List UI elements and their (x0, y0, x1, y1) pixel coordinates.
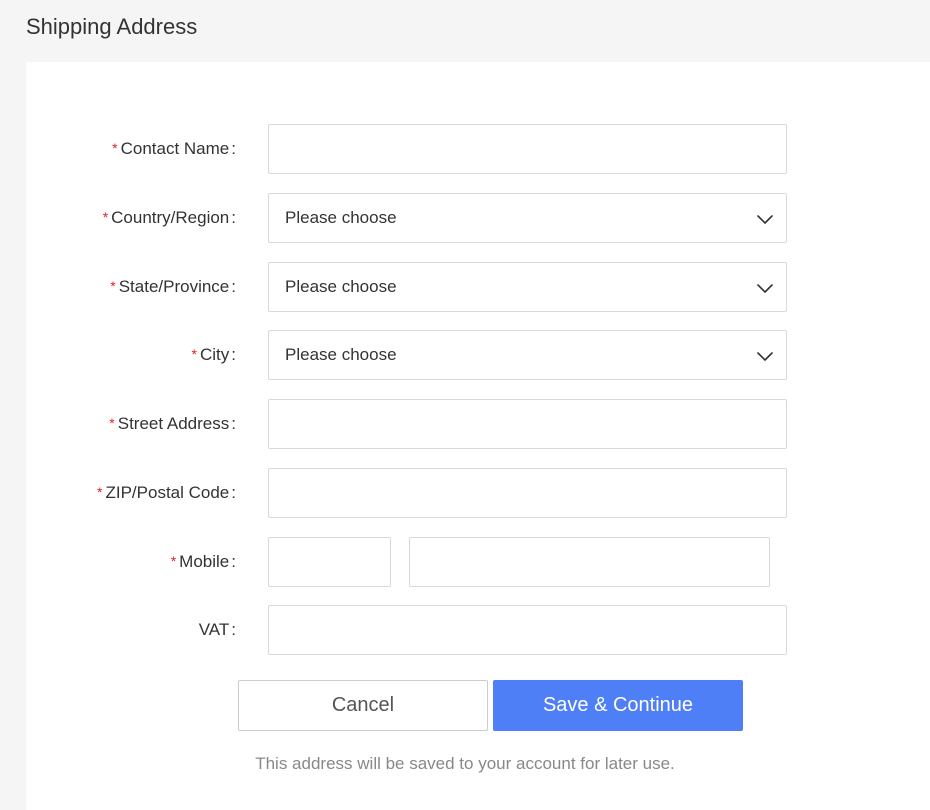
vat-label-text: VAT (198, 620, 230, 639)
label-colon: : (231, 483, 236, 502)
required-marker: * (191, 346, 197, 362)
label-colon: : (231, 552, 236, 571)
state-province-row: * State/Province: Please choose (26, 262, 930, 312)
shipping-address-form: * Contact Name: * Country/Region: Please c… (26, 62, 930, 810)
required-marker: * (97, 484, 103, 500)
country-region-row: * Country/Region: Please choose (26, 193, 930, 243)
mobile-country-code-input[interactable] (268, 537, 391, 587)
required-marker: * (102, 209, 109, 225)
state-province-label: * State/Province: (26, 262, 236, 312)
country-region-value: Please choose (285, 208, 397, 227)
cancel-button[interactable]: Cancel (238, 680, 488, 731)
city-value: Please choose (285, 345, 397, 364)
city-label-text: City (199, 345, 230, 364)
save-address-note: This address will be saved to your accou… (255, 754, 675, 773)
label-colon: : (231, 414, 236, 433)
city-row: * City: Please choose (26, 330, 930, 380)
label-colon: : (231, 277, 236, 296)
save-and-continue-button[interactable]: Save & Continue (493, 680, 743, 731)
required-marker: * (109, 415, 115, 431)
mobile-label: * Mobile: (26, 537, 236, 587)
chevron-down-icon (757, 284, 773, 293)
required-marker: * (170, 553, 177, 569)
vat-label: VAT: (26, 605, 236, 655)
street-address-row: * Street Address: (26, 399, 930, 449)
label-colon: : (231, 208, 236, 227)
contact-name-label: * Contact Name: (26, 124, 236, 174)
vat-row: VAT: (26, 605, 930, 655)
street-address-label: * Street Address: (26, 399, 236, 449)
mobile-number-input[interactable] (409, 537, 770, 587)
contact-name-input[interactable] (268, 124, 787, 174)
vat-input[interactable] (268, 605, 787, 655)
label-colon: : (231, 139, 236, 158)
label-colon: : (231, 620, 236, 639)
state-province-select[interactable]: Please choose (268, 262, 787, 312)
label-colon: : (231, 345, 236, 364)
chevron-down-icon (757, 215, 773, 224)
zip-postal-code-input[interactable] (268, 468, 787, 518)
city-label: * City: (26, 330, 236, 380)
chevron-down-icon (757, 352, 773, 361)
mobile-row: * Mobile: (26, 537, 930, 587)
zip-postal-code-label: * ZIP/Postal Code: (26, 468, 236, 518)
zip-postal-code-label-text: ZIP/Postal Code (105, 483, 230, 502)
street-address-input[interactable] (268, 399, 787, 449)
contact-name-label-text: Contact Name (120, 139, 230, 158)
mobile-label-text: Mobile (179, 552, 230, 571)
country-region-label: * Country/Region: (26, 193, 236, 243)
city-select[interactable]: Please choose (268, 330, 787, 380)
country-region-select[interactable]: Please choose (268, 193, 787, 243)
required-marker: * (110, 278, 116, 294)
street-address-label-text: Street Address (117, 414, 230, 433)
state-province-value: Please choose (285, 277, 397, 296)
zip-postal-code-row: * ZIP/Postal Code: (26, 468, 930, 518)
page-title: Shipping Address (26, 14, 198, 39)
state-province-label-text: State/Province (118, 277, 230, 296)
required-marker: * (112, 140, 118, 156)
contact-name-row: * Contact Name: (26, 124, 930, 174)
country-region-label-text: Country/Region (111, 208, 230, 227)
